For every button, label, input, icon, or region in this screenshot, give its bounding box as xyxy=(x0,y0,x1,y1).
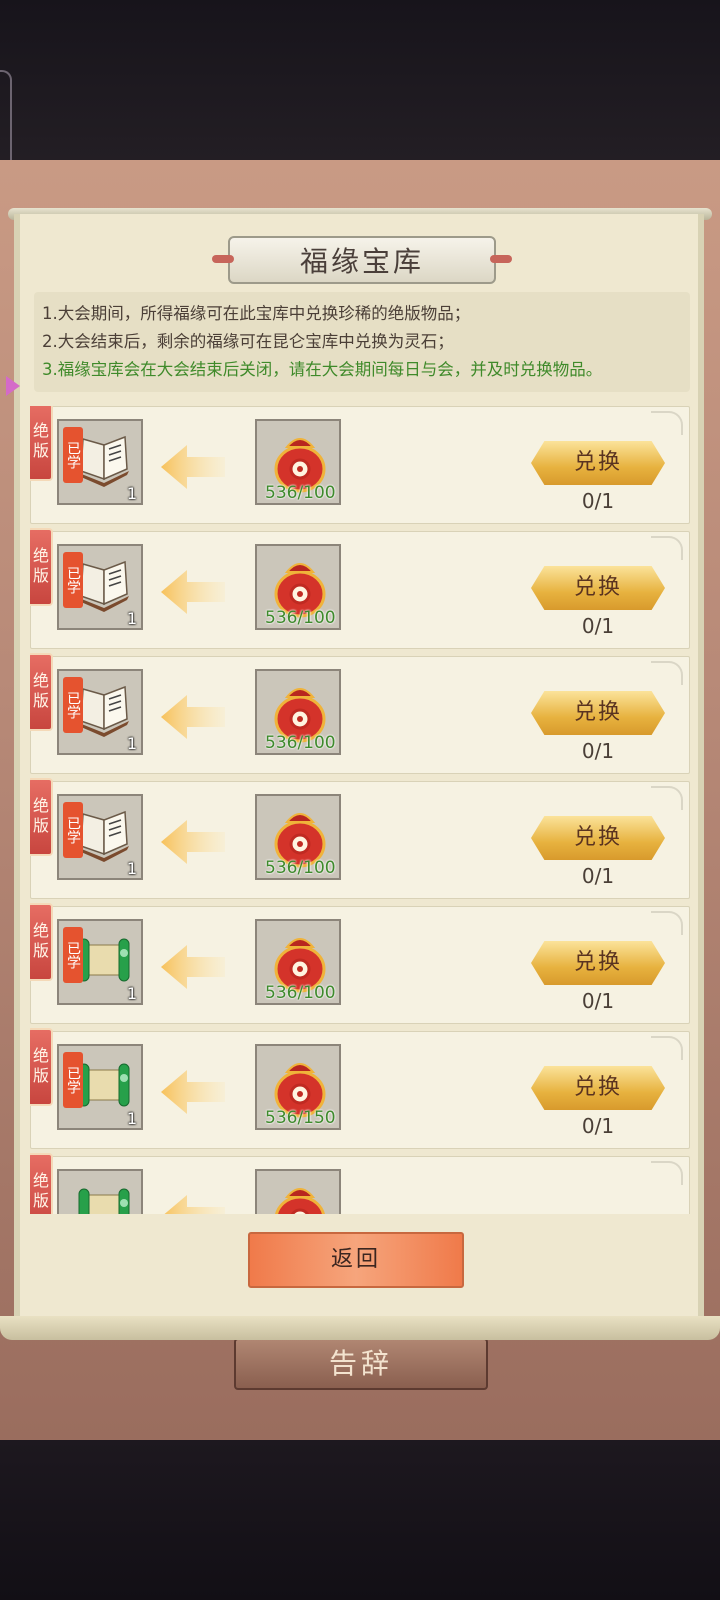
item-quantity: 1 xyxy=(126,734,137,753)
skill-book-icon xyxy=(75,806,133,864)
exchange-button[interactable]: 兑换 xyxy=(531,441,665,485)
reward-item-slot[interactable]: 已学 1 xyxy=(57,794,143,880)
learned-label: 已学 xyxy=(63,802,83,858)
top-bar xyxy=(0,0,720,174)
limited-edition-badge: 绝版 xyxy=(30,1028,53,1106)
exchange-limit-count: 0/1 xyxy=(581,864,615,888)
return-button[interactable]: 返回 xyxy=(248,1232,464,1288)
skill-scroll-icon xyxy=(75,1181,133,1214)
cost-amount: 536/150 xyxy=(265,1108,336,1128)
item-quantity: 1 xyxy=(126,1109,137,1128)
skill-book-icon xyxy=(75,556,133,614)
reward-item-slot[interactable]: 已学 1 xyxy=(57,1044,143,1130)
page-title: 福缘宝库 xyxy=(299,245,424,278)
exchange-arrow-icon xyxy=(161,695,225,739)
rules-box: 1.大会期间，所得福缘可在此宝库中兑换珍稀的绝版物品； 2.大会结束后，剩余的福… xyxy=(34,292,690,392)
cost-amount: 536/100 xyxy=(265,483,336,503)
exchange-arrow-icon xyxy=(161,570,225,614)
learned-label: 已学 xyxy=(63,1052,83,1108)
exchange-row: 绝版 已学 1 536/100 兑换 0/1 xyxy=(30,653,690,774)
exchange-button[interactable]: 兑换 xyxy=(531,816,665,860)
cost-amount: 536/100 xyxy=(265,858,336,878)
exchange-list[interactable]: 绝版 已学 1 536/100 兑换 0/1 绝版 已学 1 536/100 兑换 0/1 绝版 已学 1 5… xyxy=(30,406,690,1214)
skill-book-icon xyxy=(75,681,133,739)
cost-item-slot[interactable]: 536/100 xyxy=(255,919,341,1005)
reward-item-slot[interactable]: 已学 1 xyxy=(57,419,143,505)
item-quantity: 1 xyxy=(126,984,137,1003)
farewell-button[interactable]: 告辞 xyxy=(234,1338,488,1390)
exchange-button[interactable]: 兑换 xyxy=(531,691,665,735)
side-arrow-icon[interactable] xyxy=(6,376,20,396)
exchange-row: 绝版 已学 1 536/100 兑换 0/1 xyxy=(30,903,690,1024)
exchange-button[interactable]: 兑换 xyxy=(531,1066,665,1110)
exchange-row: 绝版 已学 1 536/100 兑换 0/1 xyxy=(30,406,690,524)
reward-item-slot[interactable]: 已学 1 xyxy=(57,919,143,1005)
learned-label: 已学 xyxy=(63,677,83,733)
cost-item-slot[interactable] xyxy=(255,1169,341,1214)
reward-item-slot[interactable]: 已学 1 xyxy=(57,669,143,755)
scroll-rod-bottom xyxy=(0,1316,720,1340)
exchange-limit-count: 0/1 xyxy=(581,1114,615,1138)
exchange-arrow-icon xyxy=(161,1070,225,1114)
skill-book-icon xyxy=(75,431,133,489)
exchange-limit-count: 0/1 xyxy=(581,739,615,763)
cost-item-slot[interactable]: 536/100 xyxy=(255,669,341,755)
background-tab xyxy=(0,70,12,174)
learned-label: 已学 xyxy=(63,552,83,608)
cost-item-slot[interactable]: 536/100 xyxy=(255,419,341,505)
learned-label: 已学 xyxy=(63,927,83,983)
exchange-limit-count: 0/1 xyxy=(581,614,615,638)
rule-text: 1.大会期间，所得福缘可在此宝库中兑换珍稀的绝版物品； xyxy=(42,304,471,323)
exchange-row: 绝版 xyxy=(30,1153,690,1214)
limited-edition-badge: 绝版 xyxy=(30,903,53,981)
exchange-arrow-icon xyxy=(161,445,225,489)
title-plaque: 福缘宝库 xyxy=(212,236,512,284)
exchange-limit-count: 0/1 xyxy=(581,989,615,1013)
item-quantity: 1 xyxy=(126,859,137,878)
exchange-button[interactable]: 兑换 xyxy=(531,941,665,985)
exchange-arrow-icon xyxy=(161,1195,225,1214)
limited-edition-badge: 绝版 xyxy=(30,653,53,731)
item-quantity: 1 xyxy=(126,484,137,503)
skill-scroll-icon xyxy=(75,1056,133,1114)
bottom-bar xyxy=(0,1440,720,1600)
exchange-arrow-icon xyxy=(161,945,225,989)
exchange-row: 绝版 已学 1 536/100 兑换 0/1 xyxy=(30,778,690,899)
exchange-row: 绝版 已学 1 536/150 兑换 0/1 xyxy=(30,1028,690,1149)
exchange-row: 绝版 已学 1 536/100 兑换 0/1 xyxy=(30,528,690,649)
cost-item-slot[interactable]: 536/100 xyxy=(255,794,341,880)
exchange-arrow-icon xyxy=(161,820,225,864)
limited-edition-badge: 绝版 xyxy=(30,528,53,606)
cost-item-slot[interactable]: 536/100 xyxy=(255,544,341,630)
learned-label: 已学 xyxy=(63,427,83,483)
rule-text-highlight: 3.福缘宝库会在大会结束后关闭，请在大会期间每日与会，并及时兑换物品。 xyxy=(42,360,603,379)
reward-item-slot[interactable] xyxy=(57,1169,143,1214)
exchange-button[interactable]: 兑换 xyxy=(531,566,665,610)
limited-edition-badge: 绝版 xyxy=(30,778,53,856)
item-quantity: 1 xyxy=(126,609,137,628)
skill-scroll-icon xyxy=(75,931,133,989)
reward-item-slot[interactable]: 已学 1 xyxy=(57,544,143,630)
rule-text: 2.大会结束后，剩余的福缘可在昆仑宝库中兑换为灵石； xyxy=(42,332,454,351)
cost-amount: 536/100 xyxy=(265,733,336,753)
cost-amount: 536/100 xyxy=(265,608,336,628)
cost-item-slot[interactable]: 536/150 xyxy=(255,1044,341,1130)
exchange-limit-count: 0/1 xyxy=(581,489,615,513)
cost-amount: 536/100 xyxy=(265,983,336,1003)
fortune-pouch-icon xyxy=(265,1177,335,1214)
limited-edition-badge: 绝版 xyxy=(30,1153,53,1214)
limited-edition-badge: 绝版 xyxy=(30,406,53,481)
